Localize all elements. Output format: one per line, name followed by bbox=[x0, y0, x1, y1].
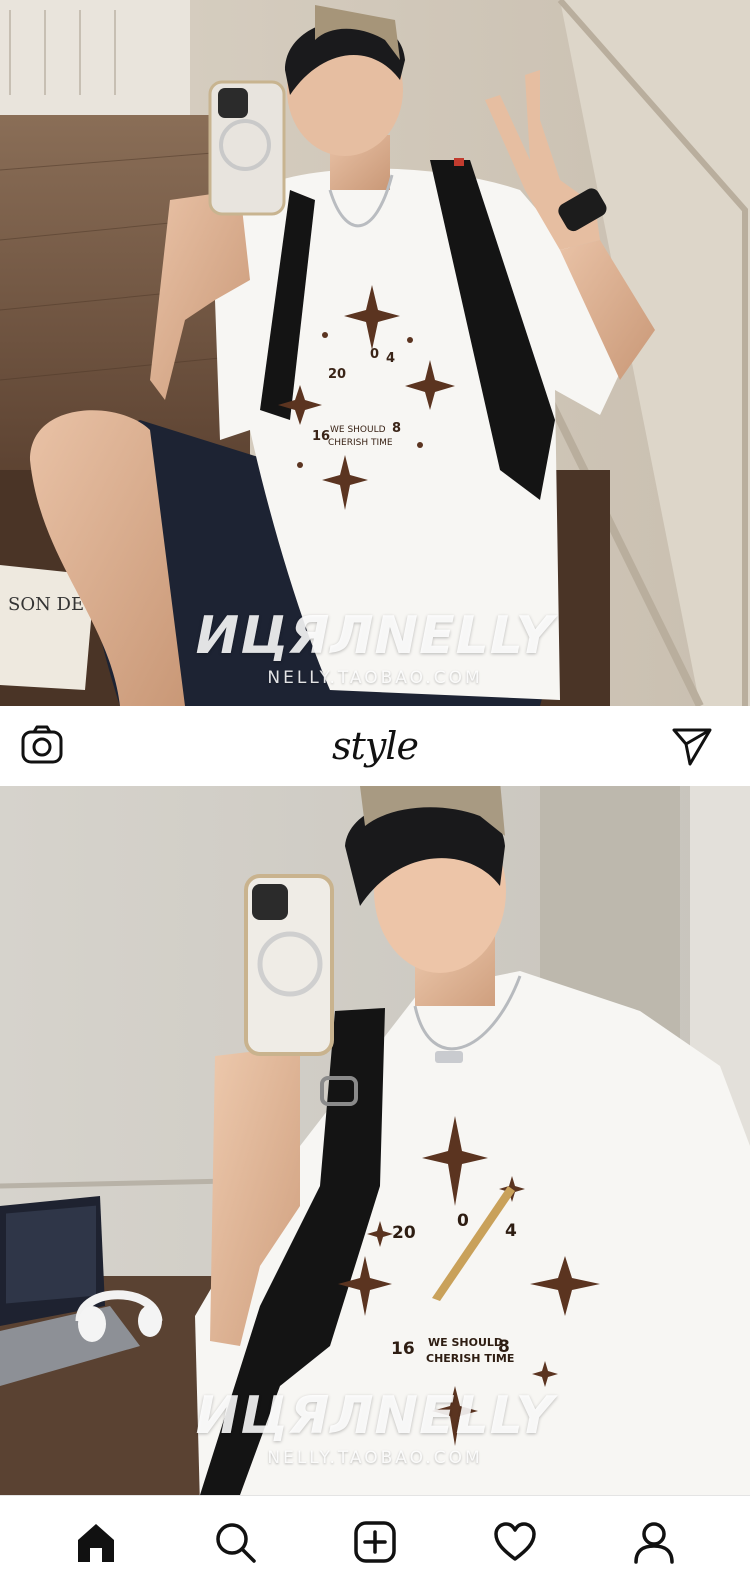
photo-scene-top: SON DE 20 0 4 16 8 WE SHOULD CHERISH TIM… bbox=[0, 0, 750, 706]
camera-icon bbox=[21, 725, 63, 764]
bottom-nav bbox=[0, 1495, 750, 1587]
shirt-number-4: 4 bbox=[386, 351, 395, 366]
nav-activity-button[interactable] bbox=[487, 1514, 543, 1570]
svg-text:SON DE: SON DE bbox=[8, 594, 84, 615]
heart-icon bbox=[493, 1521, 536, 1561]
feed-photo-top[interactable]: SON DE 20 0 4 16 8 WE SHOULD CHERISH TIM… bbox=[0, 0, 750, 706]
nav-home-button[interactable] bbox=[68, 1514, 124, 1570]
shirt-slogan-line1-b: WE SHOULD bbox=[428, 1336, 503, 1349]
search-icon bbox=[216, 1522, 257, 1563]
shirt-number-20-b: 20 bbox=[392, 1223, 416, 1243]
app-header: style bbox=[0, 706, 750, 786]
shirt-number-8: 8 bbox=[392, 421, 401, 436]
nav-add-button[interactable] bbox=[347, 1514, 403, 1570]
add-post-icon bbox=[354, 1520, 396, 1563]
send-button[interactable] bbox=[670, 724, 714, 768]
feed-photo-bottom[interactable]: 20 0 4 16 8 WE SHOULD CHERISH TIME ИЦЯЛN… bbox=[0, 786, 750, 1495]
shirt-number-0-b: 0 bbox=[457, 1211, 469, 1231]
nav-profile-button[interactable] bbox=[626, 1514, 682, 1570]
shirt-slogan-line2-b: CHERISH TIME bbox=[426, 1352, 514, 1365]
camera-button[interactable] bbox=[20, 724, 64, 768]
home-icon bbox=[77, 1523, 114, 1562]
shirt-number-0: 0 bbox=[370, 347, 379, 362]
shirt-slogan-line1: WE SHOULD bbox=[330, 425, 386, 435]
shirt-number-16-b: 16 bbox=[391, 1339, 415, 1359]
nav-search-button[interactable] bbox=[207, 1514, 263, 1570]
send-icon bbox=[672, 728, 712, 766]
photo-scene-bottom: 20 0 4 16 8 WE SHOULD CHERISH TIME bbox=[0, 786, 750, 1495]
app-title: style bbox=[332, 724, 419, 768]
shirt-number-4-b: 4 bbox=[505, 1221, 517, 1241]
shirt-slogan-line2: CHERISH TIME bbox=[328, 438, 393, 448]
profile-icon bbox=[634, 1521, 674, 1564]
shirt-number-20: 20 bbox=[328, 367, 346, 382]
